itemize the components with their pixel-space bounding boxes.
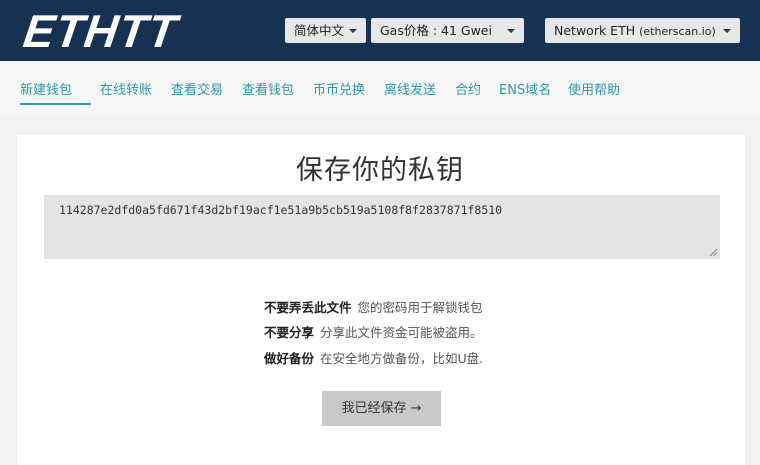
main-nav: 新建钱包 在线转账 查看交易 查看钱包 币币兑换 离线发送 合约 ENS域名 使… [0,61,760,113]
nav-item-help[interactable]: 使用帮助 [568,79,620,98]
warning-note-share: 不要分享 分享此文件资金可能被盗用。 [264,322,483,341]
nav-item-view-wallet[interactable]: 查看钱包 [242,79,294,98]
note-text: 您的密码用于解锁钱包 [357,300,483,315]
note-heading: 不要分享 [264,325,315,340]
nav-item-contracts[interactable]: 合约 [455,79,481,98]
language-dropdown[interactable]: 简体中文 [285,18,366,43]
saved-confirm-button[interactable]: 我已经保存 → [322,391,441,426]
language-selected: 简体中文 [294,23,345,38]
note-text: 分享此文件资金可能被盗用。 [320,325,483,340]
note-heading: 不要弄丢此文件 [264,300,352,315]
page-title: 保存你的私钥 [296,155,464,186]
gas-price-label: Gas价格 : 41 Gwei [380,23,492,38]
nav-item-offline-send[interactable]: 离线发送 [384,79,436,98]
network-sub-label: (etherscan.io) [639,25,716,38]
nav-item-view-transaction[interactable]: 查看交易 [171,79,223,98]
note-text: 在安全地方做备份，比如U盘. [320,351,484,366]
network-dropdown[interactable]: Network ETH (etherscan.io) [545,18,740,43]
header-bar: ETHTT 简体中文 Gas价格 : 41 Gwei Network ETH (… [0,0,760,61]
network-label: Network ETH [554,23,636,38]
warning-note-backup: 做好备份 在安全地方做备份，比如U盘. [264,348,483,367]
brand-logo[interactable]: ETHTT [20,5,181,57]
note-heading: 做好备份 [264,351,315,366]
chevron-down-icon [723,29,731,33]
resize-handle-icon[interactable] [709,248,718,257]
chevron-down-icon [507,29,515,33]
private-key-field[interactable]: 114287e2dfd0a5fd671f43d2bf19acf1e51a9b5c… [44,195,720,259]
gas-price-dropdown[interactable]: Gas价格 : 41 Gwei [371,18,524,43]
active-tab-indicator [20,103,91,105]
nav-item-new-wallet[interactable]: 新建钱包 [20,79,72,98]
chevron-down-icon [349,29,357,33]
warning-note-lose: 不要弄丢此文件 您的密码用于解锁钱包 [264,297,483,316]
nav-item-swap[interactable]: 币币兑换 [313,79,365,98]
nav-item-send[interactable]: 在线转账 [100,79,152,98]
nav-item-ens[interactable]: ENS域名 [499,79,551,98]
